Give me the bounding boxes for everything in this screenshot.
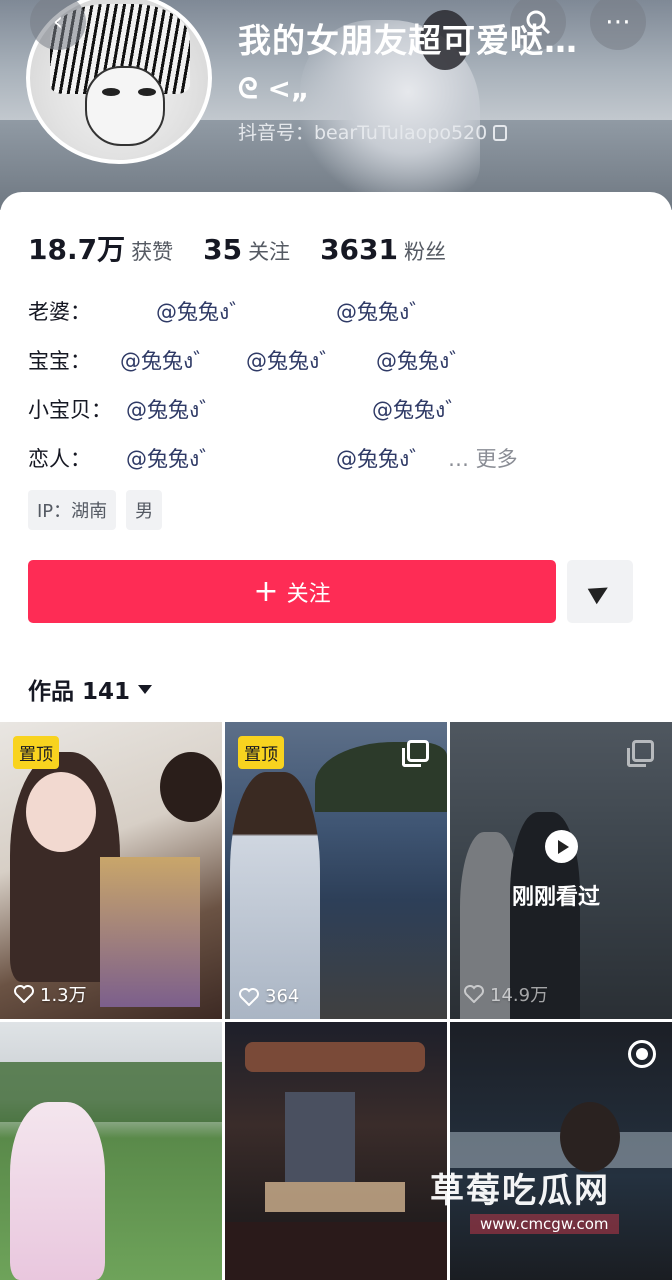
works-tab[interactable]: 作品 141 [28,672,153,706]
stat-value: 3631 [320,233,398,266]
bio-more-link[interactable]: … 更多 [448,443,518,473]
video-thumbnail[interactable]: 置顶 364 [225,722,447,1019]
mention-link[interactable]: @兔兔ง゛ [126,394,220,427]
plus-icon: + [253,573,279,609]
mention-link[interactable]: @兔兔ง゛ [372,394,466,427]
bio-line: 小宝贝： @兔兔ง゛ @兔兔ง゛ [28,390,648,439]
stat-likes[interactable]: 18.7万 获赞 [28,228,173,268]
multi-image-icon [402,740,429,767]
video-thumbnail[interactable] [450,1022,672,1280]
heart-icon [14,985,34,1003]
play-icon[interactable] [545,830,578,863]
thumb-stage-roof [245,1042,425,1072]
avatar-eye [102,88,120,96]
thumb-screen [285,1092,355,1182]
avatar-face [85,66,165,146]
mention-link[interactable]: @兔兔ง゛ [120,345,214,378]
thumb-figure-2 [160,752,222,822]
recently-watched-label: 刚刚看过 [512,885,601,910]
ip-tag: IP：湖南 [28,490,117,530]
watermark-url: www.cmcgw.com [470,1214,619,1234]
thumb-figure [10,1102,105,1280]
profile-nickname: 我的女朋友超可爱哒… [238,21,578,60]
douyin-id[interactable]: 抖音号：bearTuTulaopo520 [238,118,508,145]
heart-icon [464,985,484,1003]
thumb-face [26,772,96,852]
stat-label: 关注 [248,240,291,264]
watermark-text: 草莓吃瓜网 [430,1171,610,1211]
message-button[interactable] [567,560,633,623]
like-count-text: 364 [265,986,300,1007]
bio-line: 恋人： @兔兔ง゛ @兔兔ง゛ … 更多 [28,439,648,488]
thumb-stage-light [265,1182,405,1212]
thumb-box [100,857,200,1007]
works-title: 作品 141 [28,679,131,705]
video-thumbnail[interactable] [0,1022,222,1280]
mention-link[interactable]: @兔兔ง゛ [376,345,470,378]
mention-link[interactable]: @兔兔ง゛ [336,443,430,476]
thumb-figure [230,772,320,1019]
follow-button[interactable]: + 关注 [28,560,556,623]
video-thumbnail[interactable]: 置顶 1.3万 [0,722,222,1019]
stat-following[interactable]: 35 关注 [203,233,290,266]
thumb-crowd [225,1222,447,1280]
caret-down-icon [138,684,153,694]
multi-image-icon [627,740,654,767]
bio-line: 宝宝： @兔兔ง゛ @兔兔ง゛ @兔兔ง゛ [28,341,648,390]
stat-value: 18.7万 [28,233,126,266]
mention-link[interactable]: @兔兔ง゛ [336,296,430,329]
mention-link[interactable]: @兔兔ง゛ [246,345,340,378]
video-thumbnail[interactable]: 刚刚看过 14.9万 [450,722,672,1019]
gender-tag: 男 [126,490,163,530]
douyin-id-text: 抖音号：bearTuTulaopo520 [238,122,488,144]
stat-followers[interactable]: 3631 粉丝 [320,233,446,266]
profile-signature: ᘓ <„ [238,72,310,105]
bio-label: 宝宝： [28,349,91,373]
mention-link[interactable]: @兔兔ง゛ [156,296,250,329]
avatar-eye [138,88,156,96]
send-icon [587,579,613,604]
bio-line: 老婆： @兔兔ง゛ @兔兔ง゛ [28,292,648,341]
heart-icon [239,987,259,1006]
mention-link[interactable]: @兔兔ง゛ [126,443,220,476]
video-thumbnail[interactable] [225,1022,447,1280]
like-count: 1.3万 [14,981,87,1007]
follow-label: 关注 [286,581,331,607]
copy-icon[interactable] [493,125,508,141]
bio: 老婆： @兔兔ง゛ @兔兔ง゛ 宝宝： @兔兔ง゛ @兔兔ง゛ @兔兔ง゛ 小宝… [28,292,648,488]
profile-tags: IP：湖南 男 [28,490,163,530]
back-arrow-icon: ‹ [52,7,64,37]
pinned-badge: 置顶 [13,736,59,769]
bio-label: 恋人： [28,447,91,471]
stat-label: 粉丝 [404,240,446,264]
stat-value: 35 [203,233,243,266]
stats-row: 18.7万 获赞 35 关注 3631 粉丝 [28,228,446,268]
like-count: 364 [239,986,299,1007]
like-count-text: 1.3万 [40,985,87,1006]
bio-label: 老婆： [28,300,91,324]
live-icon [628,1040,656,1068]
stat-label: 获赞 [131,240,174,264]
like-count-text: 14.9万 [490,985,549,1006]
bio-label: 小宝贝： [28,398,112,422]
profile-cover: ‹ ⋯ 我的女朋友超可爱哒… ᘓ <„ 抖音号：bearTuTulaopo520 [0,0,672,210]
pinned-badge: 置顶 [238,736,284,769]
thumb-figure [560,1102,620,1172]
like-count: 14.9万 [464,981,548,1007]
